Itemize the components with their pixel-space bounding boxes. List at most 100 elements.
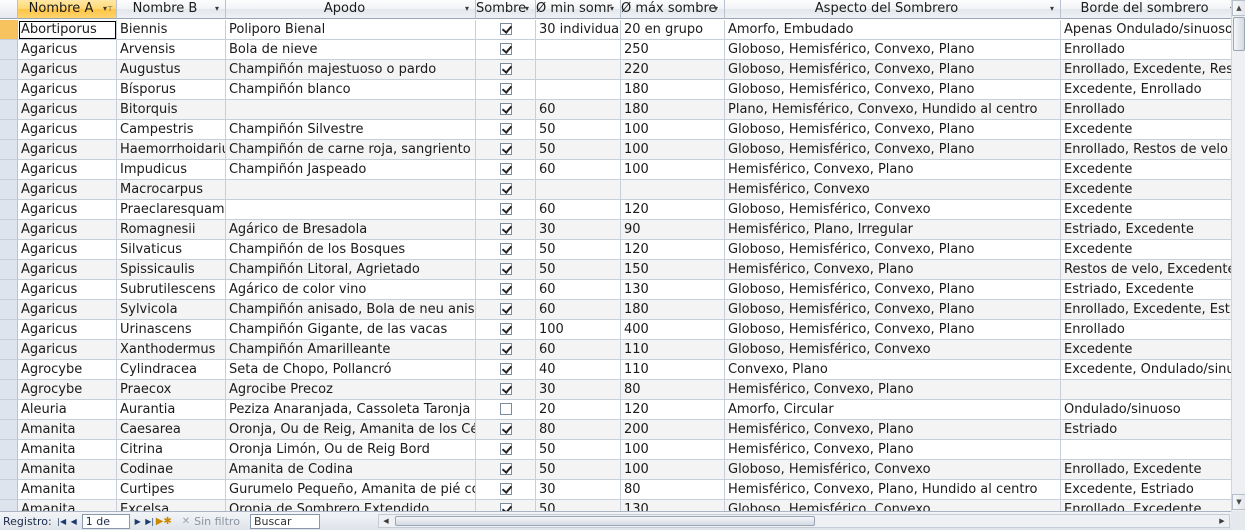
table-cell[interactable]: Globoso, Hemisférico, Convexo, Plano <box>725 140 1061 160</box>
record-selector[interactable] <box>0 140 18 160</box>
table-cell[interactable]: Agaricus <box>18 120 117 140</box>
table-cell[interactable]: Silvaticus <box>117 240 226 260</box>
checked-checkbox[interactable] <box>499 122 512 135</box>
table-cell[interactable]: 30 <box>536 220 621 240</box>
table-cell[interactable]: 130 <box>621 280 725 300</box>
checked-checkbox[interactable] <box>499 142 512 155</box>
table-cell[interactable]: 80 <box>536 420 621 440</box>
table-cell[interactable]: Enrollado <box>1061 320 1231 340</box>
horizontal-scroll-thumb[interactable] <box>395 516 815 526</box>
checked-checkbox[interactable] <box>499 222 512 235</box>
table-cell[interactable]: Globoso, Hemisférico, Convexo <box>725 500 1061 511</box>
record-selector[interactable] <box>0 20 18 40</box>
table-cell[interactable]: Apenas Ondulado/sinuoso <box>1061 20 1231 40</box>
table-row[interactable]: Agaricus Sylvicola Champiñón anisado, Bola… <box>0 300 1231 320</box>
table-cell[interactable]: Sylvicola <box>117 300 226 320</box>
table-cell[interactable]: 50 <box>536 140 621 160</box>
table-cell[interactable]: 180 <box>621 100 725 120</box>
table-cell[interactable]: Globoso, Hemisférico, Convexo, Plano <box>725 320 1061 340</box>
record-selector[interactable] <box>0 400 18 420</box>
table-cell[interactable]: 120 <box>621 240 725 260</box>
table-cell[interactable]: 150 <box>621 260 725 280</box>
table-cell-checkbox[interactable] <box>476 180 536 200</box>
table-cell[interactable]: Excedente, Enrollado <box>1061 80 1231 100</box>
table-cell[interactable]: 50 <box>536 260 621 280</box>
table-cell[interactable]: Gurumelo Pequeño, Amanita de pié corto <box>226 480 476 500</box>
table-cell[interactable]: Agaricus <box>18 340 117 360</box>
table-row[interactable]: Agaricus Arvensis Bola de nieve 250 Globoso,… <box>0 40 1231 60</box>
table-cell[interactable]: Agaricus <box>18 220 117 240</box>
table-cell[interactable]: Macrocarpus <box>117 180 226 200</box>
table-cell-checkbox[interactable] <box>476 80 536 100</box>
checked-checkbox[interactable] <box>499 22 512 35</box>
table-cell[interactable]: Excedente <box>1061 160 1231 180</box>
table-cell[interactable]: Champiñón Amarilleante <box>226 340 476 360</box>
table-cell[interactable]: Agaricus <box>18 180 117 200</box>
table-row[interactable]: Agaricus Haemorrhoidarius Champiñón de car… <box>0 140 1231 160</box>
table-cell[interactable]: 50 <box>536 120 621 140</box>
checked-checkbox[interactable] <box>499 162 512 175</box>
table-cell[interactable]: Hemisférico, Convexo, Plano <box>725 420 1061 440</box>
table-row[interactable]: Agaricus Macrocarpus Hemisférico, Convexo E… <box>0 180 1231 200</box>
table-cell[interactable] <box>536 60 621 80</box>
table-cell[interactable]: Aurantia <box>117 400 226 420</box>
record-selector[interactable] <box>0 300 18 320</box>
record-selector[interactable] <box>0 180 18 200</box>
checked-checkbox[interactable] <box>499 462 512 475</box>
vertical-scroll-thumb[interactable] <box>1233 17 1245 51</box>
table-cell[interactable]: Amorfo, Embudado <box>725 20 1061 40</box>
table-cell[interactable]: Biennis <box>117 20 226 40</box>
table-cell[interactable]: Excedente <box>1061 240 1231 260</box>
column-header[interactable]: Nombre B ▾ <box>117 0 226 19</box>
filter-dropdown-icon[interactable]: ▾⊤ <box>103 0 113 18</box>
first-record-icon[interactable]: |◀ <box>56 514 68 529</box>
table-cell-checkbox[interactable] <box>476 300 536 320</box>
table-cell[interactable]: Cylindracea <box>117 360 226 380</box>
table-cell[interactable]: Hemisférico, Convexo, Plano <box>725 440 1061 460</box>
last-record-icon[interactable]: ▶| <box>144 514 156 529</box>
record-selector[interactable] <box>0 380 18 400</box>
table-cell[interactable]: Amanita <box>18 420 117 440</box>
table-cell[interactable]: Amanita <box>18 440 117 460</box>
table-cell[interactable]: Romagnesii <box>117 220 226 240</box>
table-row[interactable]: Amanita Caesarea Oronja, Ou de Reig, Amani… <box>0 420 1231 440</box>
table-cell[interactable]: Aleuria <box>18 400 117 420</box>
record-selector[interactable] <box>0 200 18 220</box>
table-cell[interactable]: Excedente, Ondulado/sinuoso <box>1061 360 1231 380</box>
table-cell[interactable]: Curtipes <box>117 480 226 500</box>
record-selector[interactable] <box>0 80 18 100</box>
record-selector[interactable] <box>0 480 18 500</box>
table-cell[interactable]: 60 <box>536 300 621 320</box>
checked-checkbox[interactable] <box>499 382 512 395</box>
table-cell[interactable]: Globoso, Hemisférico, Convexo, Plano <box>725 80 1061 100</box>
table-cell[interactable]: 400 <box>621 320 725 340</box>
table-cell[interactable]: Enrollado, Excedente, Estriado <box>1061 300 1231 320</box>
table-cell-checkbox[interactable] <box>476 40 536 60</box>
table-row[interactable]: Agrocybe Praecox Agrocibe Precoz 30 80 Hemisf… <box>0 380 1231 400</box>
table-cell-checkbox[interactable] <box>476 120 536 140</box>
table-cell[interactable]: Globoso, Hemisférico, Convexo, Plano <box>725 40 1061 60</box>
table-cell[interactable]: 60 <box>536 200 621 220</box>
table-cell[interactable] <box>226 180 476 200</box>
table-cell-checkbox[interactable] <box>476 340 536 360</box>
table-cell-checkbox[interactable] <box>476 480 536 500</box>
table-cell[interactable]: 50 <box>536 460 621 480</box>
table-row[interactable]: Agaricus Silvaticus Champiñón de los Bosqu… <box>0 240 1231 260</box>
table-cell[interactable]: 200 <box>621 420 725 440</box>
record-selector[interactable] <box>0 420 18 440</box>
table-cell[interactable]: Hemisférico, Convexo, Plano <box>725 160 1061 180</box>
table-cell-checkbox[interactable] <box>476 140 536 160</box>
record-selector[interactable] <box>0 460 18 480</box>
table-cell[interactable]: Agrocibe Precoz <box>226 380 476 400</box>
table-cell-checkbox[interactable] <box>476 20 536 40</box>
table-row[interactable]: Agaricus Augustus Champiñón majestuoso o p… <box>0 60 1231 80</box>
table-cell[interactable]: Hemisférico, Convexo <box>725 180 1061 200</box>
table-cell[interactable]: Champiñón de los Bosques <box>226 240 476 260</box>
checked-checkbox[interactable] <box>499 302 512 315</box>
table-cell[interactable]: Champiñón majestuoso o pardo <box>226 60 476 80</box>
table-cell[interactable]: Champiñón Litoral, Agrietado <box>226 260 476 280</box>
table-cell-checkbox[interactable] <box>476 240 536 260</box>
table-cell[interactable]: Excedente <box>1061 340 1231 360</box>
table-cell[interactable]: Agrocybe <box>18 360 117 380</box>
record-selector[interactable] <box>0 500 18 511</box>
